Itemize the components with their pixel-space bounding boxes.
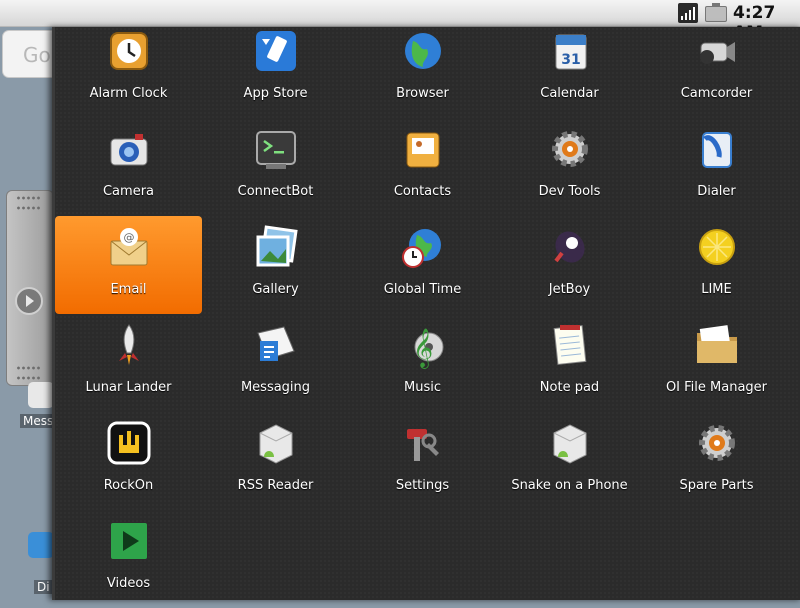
camcorder-icon	[693, 27, 741, 75]
app-label: Gallery	[252, 282, 299, 297]
app-app-store[interactable]: App Store	[202, 20, 349, 118]
app-lime[interactable]: LIME	[643, 216, 790, 314]
app-label: Note pad	[539, 380, 600, 395]
app-connectbot[interactable]: ConnectBot	[202, 118, 349, 216]
android-box-icon	[546, 419, 594, 467]
app-camera[interactable]: Camera	[55, 118, 202, 216]
rockon-icon	[105, 419, 153, 467]
app-label: Settings	[395, 478, 450, 493]
app-label: JetBoy	[548, 282, 591, 297]
app-label: Dev Tools	[538, 184, 601, 199]
app-alarm-clock[interactable]: Alarm Clock	[55, 20, 202, 118]
music-icon: 𝄞	[399, 321, 447, 369]
app-label: LIME	[701, 282, 732, 297]
app-label: Dialer	[697, 184, 736, 199]
app-lunar-lander[interactable]: Lunar Lander	[55, 314, 202, 412]
app-label: Alarm Clock	[89, 86, 168, 101]
app-label: Spare Parts	[679, 478, 754, 493]
camera-icon	[105, 125, 153, 173]
app-store-icon	[252, 27, 300, 75]
app-label: RockOn	[103, 478, 154, 493]
app-oi-file-manager[interactable]: OI File Manager	[643, 314, 790, 412]
lime-icon	[693, 223, 741, 271]
global-time-icon	[399, 223, 447, 271]
rocket-icon	[105, 321, 153, 369]
phone-icon	[693, 125, 741, 173]
app-label: RSS Reader	[237, 478, 314, 493]
gear-icon	[546, 125, 594, 173]
app-label: Music	[404, 380, 441, 395]
jetboy-icon	[546, 223, 594, 271]
email-icon: @	[105, 223, 153, 271]
app-label: Calendar	[540, 86, 599, 101]
gear-icon	[693, 419, 741, 467]
app-videos[interactable]: Videos	[55, 510, 202, 608]
app-grid: Alarm Clock App Store Browser 31 Calendar Cam…	[55, 20, 793, 608]
app-snake-on-a-phone[interactable]: Snake on a Phone	[496, 412, 643, 510]
app-camcorder[interactable]: Camcorder	[643, 20, 790, 118]
app-gallery[interactable]: Gallery	[202, 216, 349, 314]
play-icon	[105, 517, 153, 565]
folder-icon	[693, 321, 741, 369]
app-dev-tools[interactable]: Dev Tools	[496, 118, 643, 216]
app-browser[interactable]: Browser	[349, 20, 496, 118]
drawer-handle[interactable]	[6, 190, 54, 386]
app-messaging[interactable]: Messaging	[202, 314, 349, 412]
app-label: OI File Manager	[665, 380, 768, 395]
contacts-icon	[399, 125, 447, 173]
gallery-icon	[252, 223, 300, 271]
search-hint: Go	[23, 43, 51, 67]
home-messaging-icon[interactable]	[28, 382, 54, 408]
app-music[interactable]: 𝄞 Music	[349, 314, 496, 412]
home-shortcut-label: Mess	[20, 414, 57, 428]
app-label: Videos	[106, 576, 151, 591]
app-label: Camera	[102, 184, 155, 199]
app-label: Snake on a Phone	[511, 478, 628, 493]
svg-text:31: 31	[561, 52, 580, 68]
app-label: Browser	[396, 86, 449, 101]
collapse-drawer-icon[interactable]	[15, 287, 43, 315]
app-email[interactable]: @ Email	[55, 216, 202, 314]
app-rockon[interactable]: RockOn	[55, 412, 202, 510]
app-dialer[interactable]: Dialer	[643, 118, 790, 216]
app-note-pad[interactable]: Note pad	[496, 314, 643, 412]
calendar-icon: 31	[546, 27, 594, 75]
app-label: Messaging	[240, 380, 311, 395]
app-contacts[interactable]: Contacts	[349, 118, 496, 216]
globe-icon	[399, 27, 447, 75]
app-label: Contacts	[393, 184, 452, 199]
app-settings[interactable]: Settings	[349, 412, 496, 510]
app-calendar[interactable]: 31 Calendar	[496, 20, 643, 118]
android-box-icon	[252, 419, 300, 467]
settings-tools-icon	[399, 419, 447, 467]
app-global-time[interactable]: Global Time	[349, 216, 496, 314]
svg-text:@: @	[123, 231, 134, 244]
notepad-icon	[546, 321, 594, 369]
svg-text:𝄞: 𝄞	[413, 328, 433, 369]
app-label: Email	[110, 282, 147, 297]
app-label: App Store	[243, 86, 308, 101]
terminal-icon	[252, 125, 300, 173]
app-drawer: Alarm Clock App Store Browser 31 Calendar Cam…	[52, 27, 800, 600]
app-spare-parts[interactable]: Spare Parts	[643, 412, 790, 510]
app-label: Camcorder	[680, 86, 753, 101]
app-label: Lunar Lander	[85, 380, 172, 395]
messaging-icon	[252, 321, 300, 369]
app-label: Global Time	[383, 282, 462, 297]
home-dialer-icon[interactable]	[28, 532, 54, 558]
alarm-clock-icon	[105, 27, 153, 75]
app-rss-reader[interactable]: RSS Reader	[202, 412, 349, 510]
home-shortcut-label: Di	[34, 580, 53, 594]
app-jetboy[interactable]: JetBoy	[496, 216, 643, 314]
app-label: ConnectBot	[237, 184, 314, 199]
